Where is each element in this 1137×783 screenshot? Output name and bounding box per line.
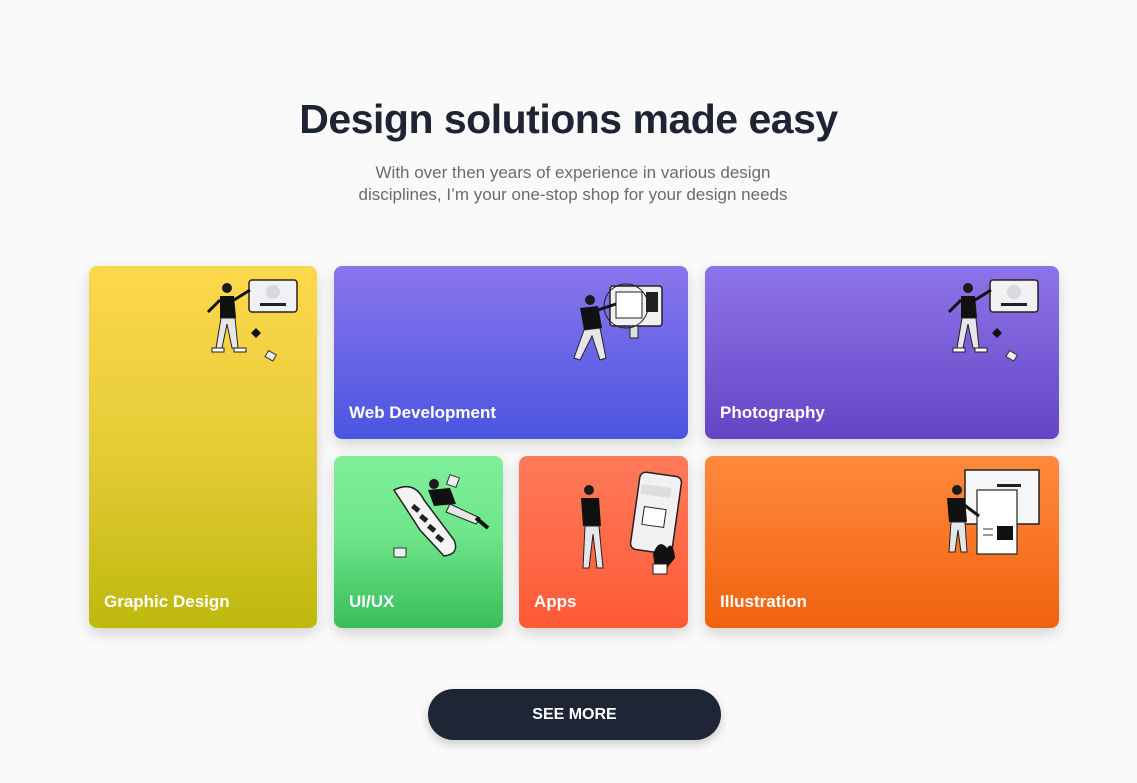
page-subtitle: With over then years of experience in va… <box>358 163 788 204</box>
person-at-monitor-illustration <box>573 283 663 361</box>
person-presenting-illustration <box>206 279 298 362</box>
card-photography[interactable]: Photography <box>705 266 1059 439</box>
person-with-phone-illustration <box>581 471 683 575</box>
person-presenting-illustration <box>947 279 1039 362</box>
card-label: Illustration <box>720 592 807 611</box>
card-label: Graphic Design <box>104 592 230 611</box>
card-label: Apps <box>534 592 577 611</box>
see-more-button[interactable]: SEE MORE <box>428 689 721 740</box>
person-with-filmstrip-illustration <box>392 473 490 558</box>
card-web-development[interactable]: Web Development <box>334 266 688 439</box>
card-illustration[interactable]: Illustration <box>705 456 1059 628</box>
person-with-documents-illustration <box>947 469 1040 555</box>
page-title: Design solutions made easy <box>299 96 838 142</box>
card-label: Web Development <box>349 403 497 422</box>
card-label: Photography <box>720 403 825 422</box>
card-label: UI/UX <box>349 592 395 611</box>
card-ui-ux[interactable]: UI/UX <box>334 456 503 628</box>
card-graphic-design[interactable]: Graphic Design <box>89 266 317 628</box>
card-apps[interactable]: Apps <box>519 456 688 628</box>
